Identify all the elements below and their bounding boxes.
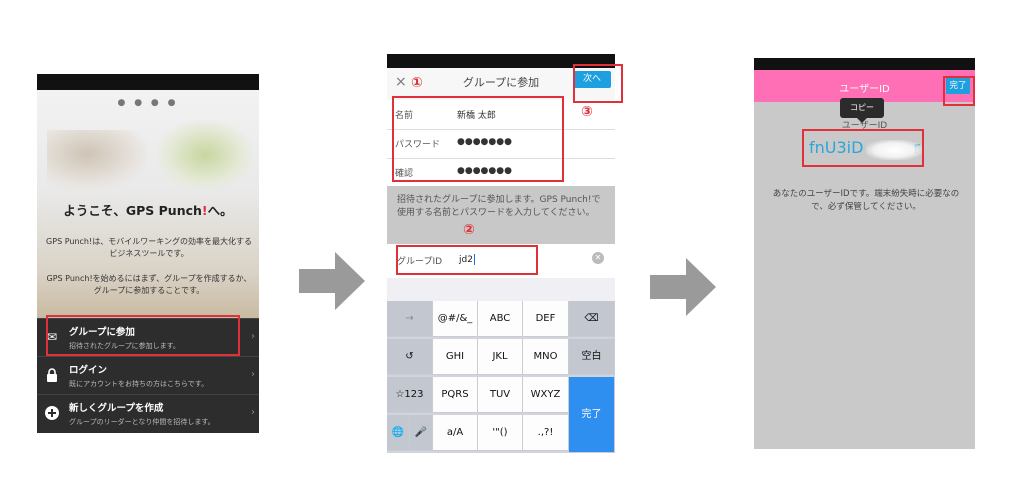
hero-photo-left — [47, 130, 147, 190]
tooltip-arrow — [857, 118, 867, 123]
key-space[interactable]: 空白 — [569, 339, 615, 375]
highlight-next — [573, 64, 623, 103]
welcome-suffix: へ。 — [207, 203, 233, 218]
backspace-icon[interactable]: ⌫ — [569, 301, 615, 337]
key-wxyz[interactable]: WXYZ — [523, 377, 569, 413]
pagination-dots[interactable]: ● ● ● ● — [37, 98, 259, 108]
status-bar — [37, 74, 259, 90]
key-quotes[interactable]: '"() — [478, 415, 523, 451]
plus-icon — [45, 406, 59, 420]
key-jkl[interactable]: JKL — [478, 339, 523, 375]
copy-tooltip[interactable]: コピー — [840, 98, 884, 118]
user-id-message: あなたのユーザーIDです。端末紛失時に必要なので、必ず保管してください。 — [772, 189, 960, 212]
menu-item-title: 新しくグループを作成 — [69, 403, 164, 414]
welcome-prefix: ようこそ、 — [63, 203, 126, 218]
arrow-right-icon — [299, 252, 365, 310]
highlight-join-group — [46, 315, 240, 356]
hero-photo-right — [157, 120, 253, 190]
user-id-screen: ユーザーID 完了 ユーザーID コピー fnU3iDr あなたのユーザーIDで… — [754, 58, 975, 449]
chevron-right-icon: › — [251, 369, 255, 380]
undo-icon[interactable]: ↺ — [387, 339, 433, 375]
clear-icon[interactable]: ✕ — [592, 252, 604, 264]
key-punctuation[interactable]: .,?! — [523, 415, 569, 451]
menu-item-subtitle: グループのリーダーとなり仲間を招待します。 — [69, 418, 215, 426]
key-tuv[interactable]: TUV — [478, 377, 523, 413]
key-ghi[interactable]: GHI — [433, 339, 478, 375]
brand-name: GPS Punch — [125, 203, 202, 218]
highlight-user-id — [802, 129, 924, 167]
info-text: 招待されたグループに参加します。GPS Punch!で使用する名前とパスワードを… — [397, 195, 601, 218]
lock-icon — [45, 368, 59, 382]
welcome-heading: ようこそ、GPS Punch!へ。 — [37, 200, 259, 219]
key-pqrs[interactable]: PQRS — [433, 377, 478, 413]
menu-item-login[interactable]: ログイン 既にアカウントをお持ちの方はこちらです。 › — [37, 356, 259, 395]
chevron-right-icon: › — [251, 407, 255, 418]
arrow-right-icon — [650, 258, 716, 316]
getting-started-description: GPS Punch!を始めるにはまず、グループを作成するか、グループに参加するこ… — [46, 274, 252, 295]
menu-item-create-group[interactable]: 新しくグループを作成 グループのリーダーとなり仲間を招待します。 › — [37, 394, 259, 433]
intro-description: GPS Punch!は、モバイルワーキングの効率を最大化するビジネスツールです。 — [46, 237, 252, 258]
chevron-right-icon: › — [251, 331, 255, 342]
key-next-arrow[interactable]: → — [387, 301, 433, 337]
key-case[interactable]: a/A — [433, 415, 478, 451]
menu-item-subtitle: 既にアカウントをお持ちの方はこちらです。 — [69, 380, 209, 388]
key-numbers[interactable]: ☆123 — [387, 377, 433, 413]
highlight-done — [943, 76, 975, 106]
key-symbols[interactable]: @#/&_ — [433, 301, 478, 337]
highlight-group-id — [396, 245, 538, 275]
key-mno[interactable]: MNO — [523, 339, 569, 375]
annotation-2: ② — [463, 222, 475, 238]
done-key[interactable]: 完了 — [569, 377, 615, 453]
annotation-1: ① — [411, 75, 423, 91]
key-abc[interactable]: ABC — [478, 301, 523, 337]
key-def[interactable]: DEF — [523, 301, 569, 337]
info-panel: 招待されたグループに参加します。GPS Punch!で使用する名前とパスワードを… — [387, 186, 615, 244]
globe-icon[interactable]: 🌐 — [387, 415, 410, 451]
welcome-screen: ● ● ● ● ようこそ、GPS Punch!へ。 GPS Punch!は、モバ… — [37, 74, 259, 433]
keyboard: → @#/&_ ABC DEF ⌫ ↺ GHI JKL MNO 空白 ☆123 … — [387, 301, 615, 453]
page-title: ユーザーID — [839, 84, 890, 95]
status-bar — [754, 58, 975, 70]
annotation-3: ③ — [581, 104, 593, 120]
microphone-icon[interactable]: 🎤 — [410, 415, 433, 451]
highlight-credentials — [392, 96, 564, 182]
menu-item-title: ログイン — [69, 365, 108, 376]
